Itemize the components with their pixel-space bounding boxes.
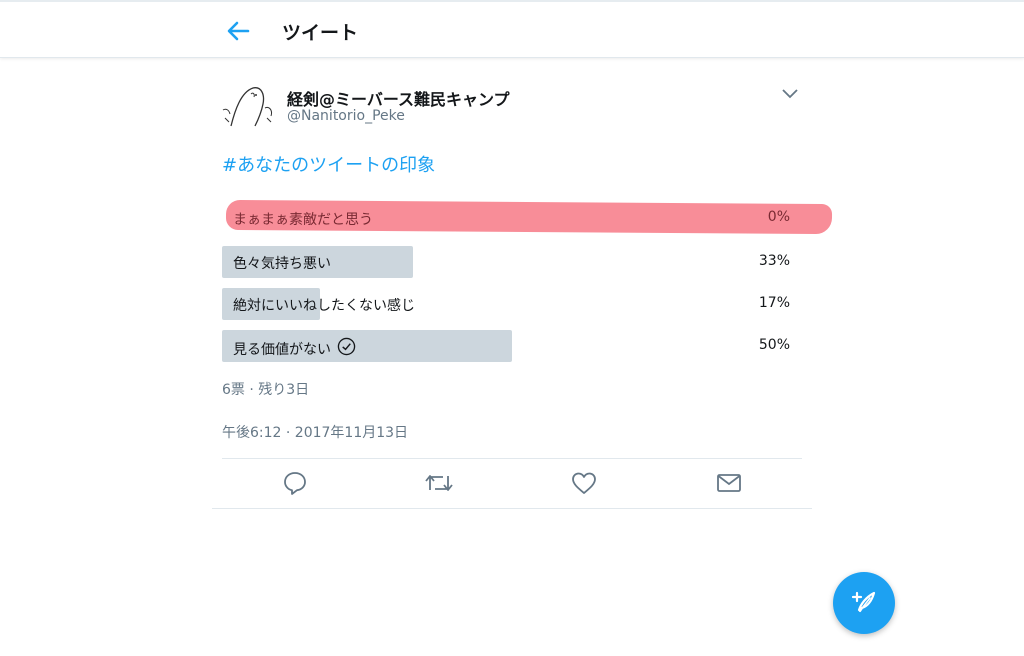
action-bar: [222, 459, 802, 507]
avatar[interactable]: [221, 80, 275, 132]
poll-option: 見る価値がない 50%: [222, 330, 792, 362]
chevron-down-icon[interactable]: [780, 86, 800, 102]
page-title: ツイート: [282, 22, 359, 44]
reply-icon[interactable]: [279, 467, 311, 499]
checkmark-circle-icon: [337, 337, 356, 360]
poll-option-percent: 17%: [758, 295, 790, 311]
poll-option: 絶対にいいねしたくない感じ 17%: [222, 288, 792, 320]
poll-option-label: 絶対にいいねしたくない感じ: [233, 298, 415, 314]
dm-icon[interactable]: [713, 467, 745, 499]
hashtag-link[interactable]: #あなたのツイートの印象: [222, 151, 435, 177]
poll-option-label: 見る価値がない: [233, 341, 331, 358]
back-arrow-icon[interactable]: [222, 16, 254, 46]
poll-option: まぁまぁ素敵だと思う 0%: [222, 202, 792, 234]
divider: [212, 508, 812, 509]
author-name[interactable]: 経剣@ミーバース難民キャンプ: [287, 86, 510, 110]
poll-option-percent: 50%: [758, 337, 790, 353]
tweet-timestamp[interactable]: 午後6:12 · 2017年11月13日: [222, 422, 408, 442]
poll-option-percent: 33%: [758, 253, 790, 269]
poll-option-label-wrap: 見る価値がない: [233, 337, 356, 360]
poll-option-label: まぁまぁ素敵だと思う: [233, 212, 373, 228]
retweet-icon[interactable]: [423, 467, 455, 499]
poll-option-label: 色々気持ち悪い: [233, 256, 331, 272]
compose-tweet-icon: [849, 586, 879, 620]
poll-meta: 6票 · 残り3日: [222, 382, 310, 398]
poll-option: 色々気持ち悪い 33%: [222, 246, 792, 278]
compose-tweet-button[interactable]: [833, 572, 895, 634]
top-header: ツイート: [0, 0, 1024, 58]
like-icon[interactable]: [568, 467, 600, 499]
author-handle[interactable]: @Nanitorio_Peke: [287, 108, 405, 124]
poll-option-percent: 0%: [767, 209, 790, 225]
